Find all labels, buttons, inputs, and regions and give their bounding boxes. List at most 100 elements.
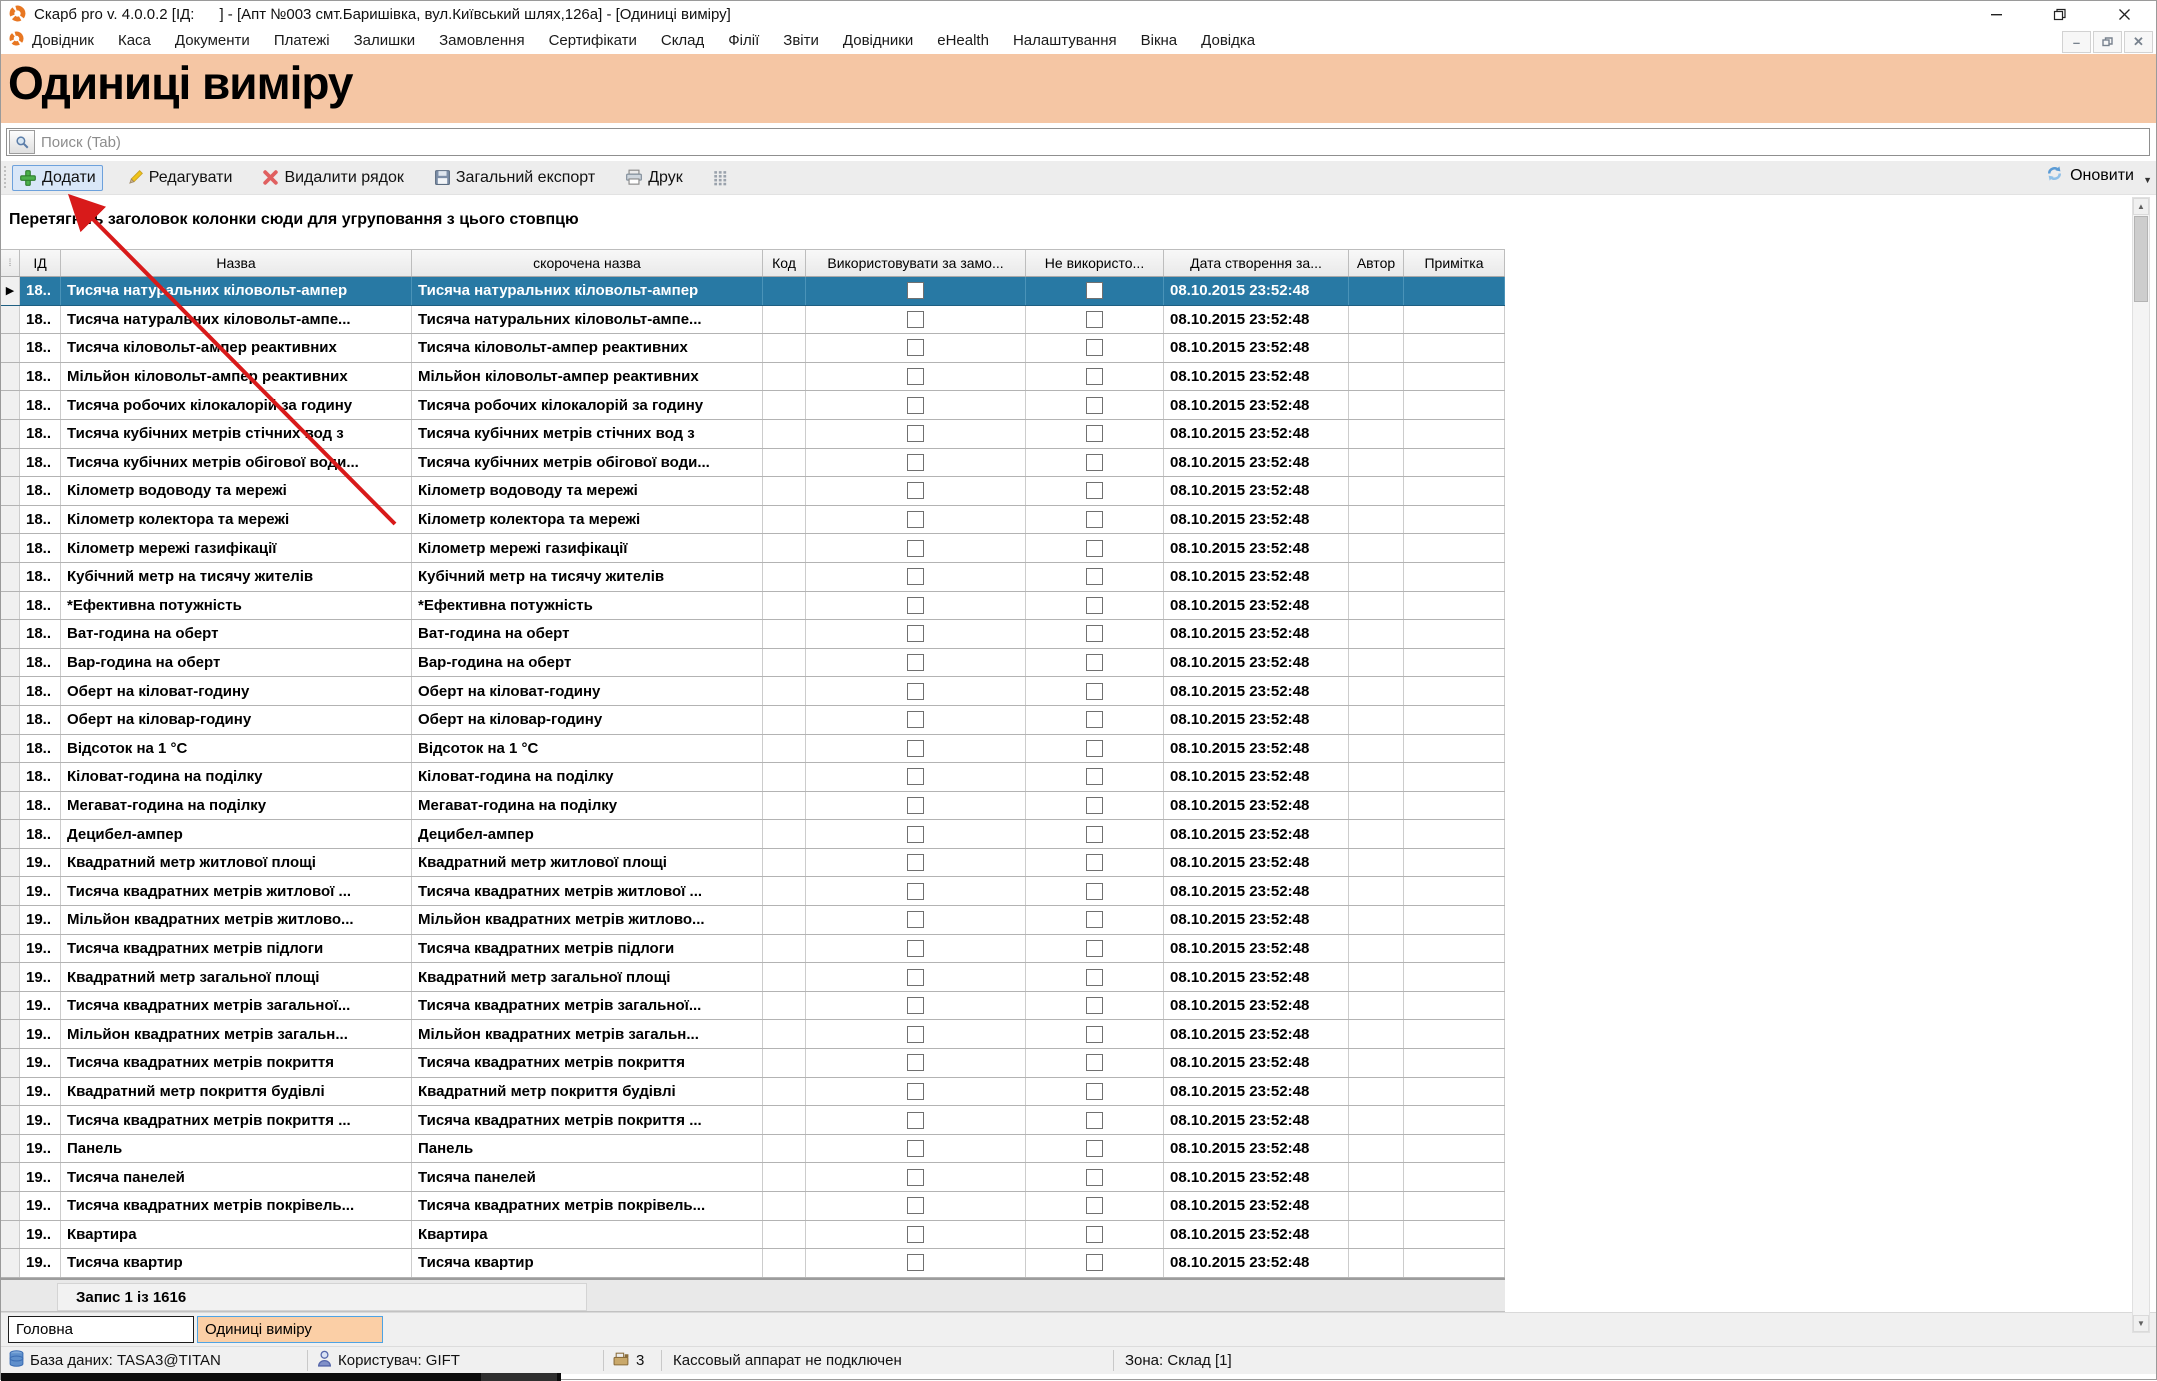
checkbox-not-used[interactable]	[1086, 826, 1103, 843]
checkbox-not-used[interactable]	[1086, 1083, 1103, 1100]
table-row[interactable]: 18..Ват-година на обертВат-година на обе…	[1, 620, 1505, 649]
checkbox-not-used[interactable]	[1086, 1254, 1103, 1271]
checkbox-default-use[interactable]	[907, 311, 924, 328]
table-row[interactable]: 19..Мільйон квадратних метрів загальн...…	[1, 1020, 1505, 1049]
checkbox-default-use[interactable]	[907, 1026, 924, 1043]
checkbox-not-used[interactable]	[1086, 797, 1103, 814]
tab-home[interactable]: Головна	[8, 1316, 194, 1343]
checkbox-not-used[interactable]	[1086, 969, 1103, 986]
checkbox-default-use[interactable]	[907, 1112, 924, 1129]
checkbox-default-use[interactable]	[907, 597, 924, 614]
table-row[interactable]: ▶18..Тисяча натуральних кіловольт-амперТ…	[1, 277, 1505, 306]
scroll-up-button[interactable]: ▲	[2133, 198, 2149, 215]
checkbox-not-used[interactable]	[1086, 282, 1103, 299]
checkbox-default-use[interactable]	[907, 740, 924, 757]
table-row[interactable]: 18..Кілометр колектора та мережіКілометр…	[1, 506, 1505, 535]
checkbox-default-use[interactable]	[907, 397, 924, 414]
checkbox-not-used[interactable]	[1086, 1054, 1103, 1071]
checkbox-not-used[interactable]	[1086, 482, 1103, 499]
mdi-restore-button[interactable]	[2093, 31, 2122, 53]
checkbox-default-use[interactable]	[907, 625, 924, 642]
scroll-down-button[interactable]: ▼	[2133, 1315, 2149, 1332]
checkbox-not-used[interactable]	[1086, 768, 1103, 785]
column-header-5[interactable]: Використовувати за замо...	[806, 250, 1026, 276]
toolbar-button-загальний-експорт[interactable]: Загальний експорт	[427, 165, 602, 191]
table-row[interactable]: 18..Оберт на кіловар-годинуОберт на кіло…	[1, 706, 1505, 735]
menu-item-звіти[interactable]: Звіти	[783, 32, 819, 49]
column-header-2[interactable]: Назва	[61, 250, 412, 276]
table-row[interactable]: 19..КвартираКвартира08.10.2015 23:52:48	[1, 1221, 1505, 1250]
mdi-minimize-button[interactable]: –	[2062, 31, 2091, 53]
table-row[interactable]: 18..Оберт на кіловат-годинуОберт на кіло…	[1, 677, 1505, 706]
checkbox-not-used[interactable]	[1086, 1226, 1103, 1243]
checkbox-default-use[interactable]	[907, 1083, 924, 1100]
checkbox-default-use[interactable]	[907, 768, 924, 785]
toolbar-button-додати[interactable]: Додати	[12, 165, 103, 191]
menu-item-платежі[interactable]: Платежі	[274, 32, 330, 49]
checkbox-not-used[interactable]	[1086, 1169, 1103, 1186]
table-row[interactable]: 19..Тисяча панелейТисяча панелей08.10.20…	[1, 1163, 1505, 1192]
toolbar-column-chooser-icon[interactable]	[706, 166, 734, 190]
table-row[interactable]: 19..Тисяча квадратних метрів загальної..…	[1, 992, 1505, 1021]
table-row[interactable]: 18..Кіловат-година на поділкуКіловат-год…	[1, 763, 1505, 792]
checkbox-default-use[interactable]	[907, 854, 924, 871]
table-row[interactable]: 18..*Ефективна потужність*Ефективна поту…	[1, 592, 1505, 621]
checkbox-not-used[interactable]	[1086, 883, 1103, 900]
close-button[interactable]	[2092, 1, 2156, 28]
checkbox-default-use[interactable]	[907, 511, 924, 528]
checkbox-default-use[interactable]	[907, 969, 924, 986]
checkbox-not-used[interactable]	[1086, 1197, 1103, 1214]
checkbox-default-use[interactable]	[907, 368, 924, 385]
checkbox-not-used[interactable]	[1086, 1026, 1103, 1043]
column-header-4[interactable]: Код	[763, 250, 806, 276]
table-row[interactable]: 19..ПанельПанель08.10.2015 23:52:48	[1, 1135, 1505, 1164]
column-header-9[interactable]: Примітка	[1404, 250, 1505, 276]
checkbox-not-used[interactable]	[1086, 854, 1103, 871]
checkbox-not-used[interactable]	[1086, 625, 1103, 642]
checkbox-default-use[interactable]	[907, 1054, 924, 1071]
menu-item-довідник[interactable]: Довідник	[32, 32, 94, 49]
table-row[interactable]: 18..Тисяча робочих кілокалорій за годину…	[1, 391, 1505, 420]
table-row[interactable]: 18..Мільйон кіловольт-ампер реактивнихМі…	[1, 363, 1505, 392]
checkbox-not-used[interactable]	[1086, 683, 1103, 700]
menu-item-довідка[interactable]: Довідка	[1201, 32, 1255, 49]
table-row[interactable]: 18..Кілометр водоводу та мережіКілометр …	[1, 477, 1505, 506]
menu-item-довідники[interactable]: Довідники	[843, 32, 913, 49]
checkbox-default-use[interactable]	[907, 1254, 924, 1271]
column-header-3[interactable]: скорочена назва	[412, 250, 763, 276]
table-row[interactable]: 19..Тисяча квадратних метрів покриття ..…	[1, 1106, 1505, 1135]
checkbox-not-used[interactable]	[1086, 339, 1103, 356]
table-row[interactable]: 18..Мегават-година на поділкуМегават-год…	[1, 792, 1505, 821]
menu-item-замовлення[interactable]: Замовлення	[439, 32, 524, 49]
search-icon[interactable]	[9, 130, 35, 154]
checkbox-not-used[interactable]	[1086, 568, 1103, 585]
checkbox-not-used[interactable]	[1086, 511, 1103, 528]
checkbox-default-use[interactable]	[907, 540, 924, 557]
table-row[interactable]: 19..Тисяча квартирТисяча квартир08.10.20…	[1, 1249, 1505, 1278]
checkbox-default-use[interactable]	[907, 1226, 924, 1243]
checkbox-not-used[interactable]	[1086, 940, 1103, 957]
checkbox-not-used[interactable]	[1086, 711, 1103, 728]
menu-item-налаштування[interactable]: Налаштування	[1013, 32, 1117, 49]
checkbox-default-use[interactable]	[907, 1140, 924, 1157]
checkbox-default-use[interactable]	[907, 911, 924, 928]
checkbox-default-use[interactable]	[907, 997, 924, 1014]
column-header-1[interactable]: ІД	[20, 250, 61, 276]
search-input[interactable]	[35, 134, 2149, 151]
checkbox-default-use[interactable]	[907, 826, 924, 843]
table-row[interactable]: 18..Тисяча кіловольт-ампер реактивнихТис…	[1, 334, 1505, 363]
table-row[interactable]: 19..Тисяча квадратних метрів покрівель..…	[1, 1192, 1505, 1221]
checkbox-not-used[interactable]	[1086, 454, 1103, 471]
table-row[interactable]: 19..Мільйон квадратних метрів житлово...…	[1, 906, 1505, 935]
menu-item-документи[interactable]: Документи	[175, 32, 250, 49]
table-row[interactable]: 18..Відсоток на 1 °CВідсоток на 1 °C08.1…	[1, 735, 1505, 764]
checkbox-default-use[interactable]	[907, 683, 924, 700]
toolbar-grip[interactable]	[3, 166, 8, 190]
table-row[interactable]: 19..Квадратний метр загальної площіКвадр…	[1, 963, 1505, 992]
table-row[interactable]: 19..Тисяча квадратних метрів підлогиТися…	[1, 935, 1505, 964]
column-header-7[interactable]: Дата створення за...	[1164, 250, 1349, 276]
menu-item-каса[interactable]: Каса	[118, 32, 151, 49]
maximize-button[interactable]	[2028, 1, 2092, 28]
mdi-close-button[interactable]: ✕	[2124, 31, 2153, 53]
checkbox-not-used[interactable]	[1086, 425, 1103, 442]
